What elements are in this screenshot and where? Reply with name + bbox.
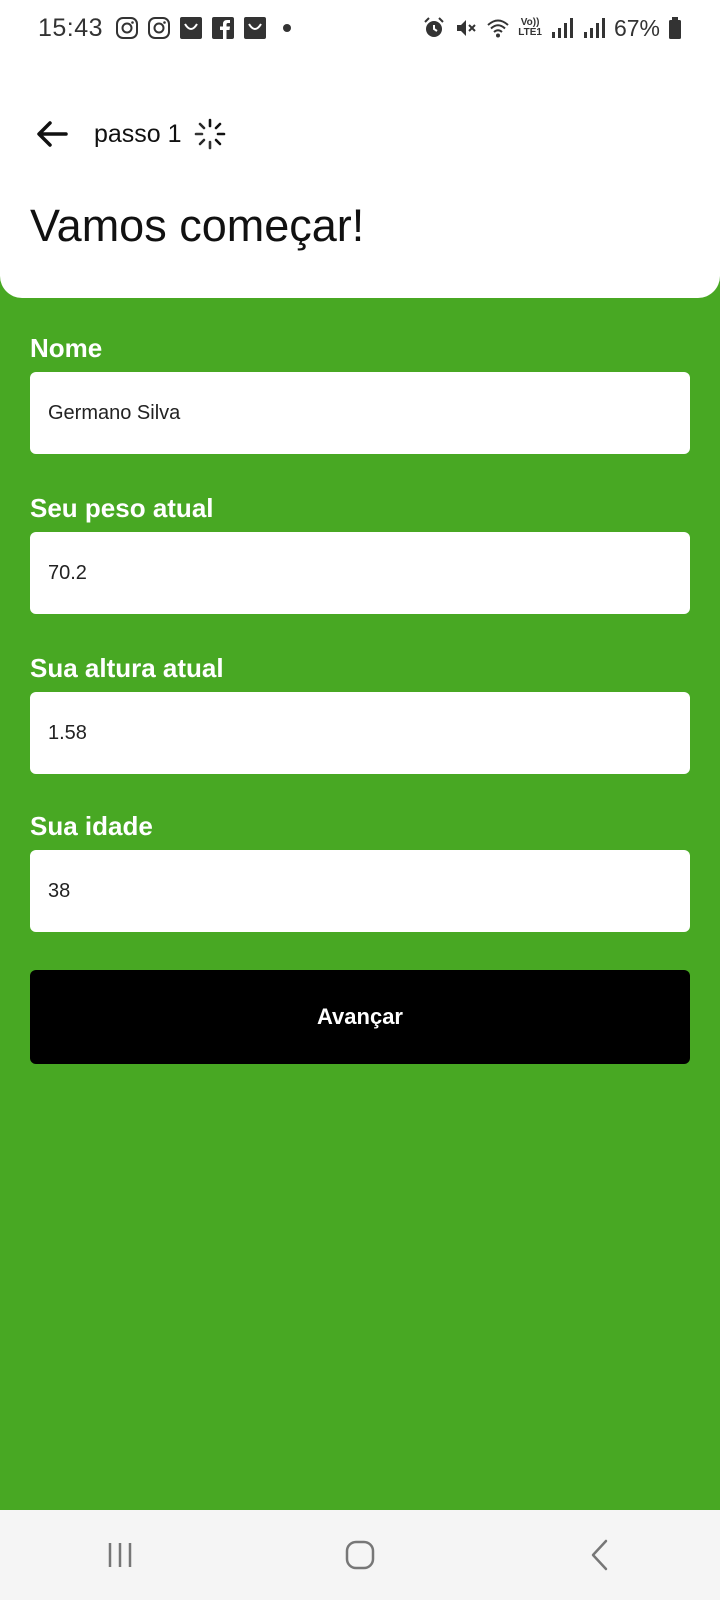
step-label: passo 1 — [94, 119, 182, 148]
advance-button[interactable]: Avançar — [30, 970, 690, 1064]
weight-input[interactable] — [30, 532, 690, 614]
instagram-icon — [115, 16, 139, 40]
age-field-group: Sua idade — [30, 806, 690, 932]
system-icons: Vo)) LTE1 67% — [422, 15, 682, 42]
height-label: Sua altura atual — [30, 653, 224, 683]
age-input[interactable] — [30, 850, 690, 932]
loading-spinner-icon — [194, 118, 225, 150]
system-nav-bar — [0, 1510, 720, 1600]
weight-label: Seu peso atual — [30, 493, 214, 523]
signal-icon — [582, 16, 606, 40]
name-field-group: Nome — [30, 328, 690, 454]
alarm-icon — [422, 16, 446, 40]
status-time: 15:43 — [38, 13, 104, 42]
name-label: Nome — [30, 333, 103, 363]
lte-bottom-text: LTE1 — [518, 27, 542, 38]
mute-icon — [454, 16, 478, 40]
battery-icon — [668, 16, 682, 40]
wifi-icon — [486, 16, 510, 40]
height-field-group: Sua altura atual — [30, 648, 690, 774]
notification-icons — [115, 16, 292, 40]
home-button[interactable] — [320, 1525, 400, 1585]
signal-icon — [550, 16, 574, 40]
arrow-left-icon — [37, 121, 68, 147]
battery-percent: 67% — [613, 14, 660, 41]
lte-indicator: Vo)) LTE1 — [518, 18, 542, 38]
weight-field-group: Seu peso atual — [30, 488, 690, 614]
dot-icon — [283, 24, 292, 32]
page-title: Vamos começar! — [30, 200, 365, 251]
facebook-icon — [211, 16, 235, 40]
height-input[interactable] — [30, 692, 690, 774]
header: passo 1 Vamos começar! — [0, 56, 720, 298]
chevron-left-icon — [591, 1539, 608, 1571]
recent-apps-icon — [108, 1543, 132, 1567]
recent-apps-button[interactable] — [80, 1525, 160, 1585]
instagram-icon — [147, 16, 171, 40]
name-input[interactable] — [30, 372, 690, 454]
status-bar: 15:43 Vo)) LTE1 67% — [0, 0, 720, 56]
system-back-button[interactable] — [560, 1525, 640, 1585]
shopping-bag-icon — [243, 16, 267, 40]
age-label: Sua idade — [30, 811, 153, 841]
back-button[interactable] — [30, 112, 74, 156]
step-nav: passo 1 — [30, 112, 226, 156]
shopping-bag-icon — [179, 16, 203, 40]
home-icon — [345, 1540, 375, 1570]
